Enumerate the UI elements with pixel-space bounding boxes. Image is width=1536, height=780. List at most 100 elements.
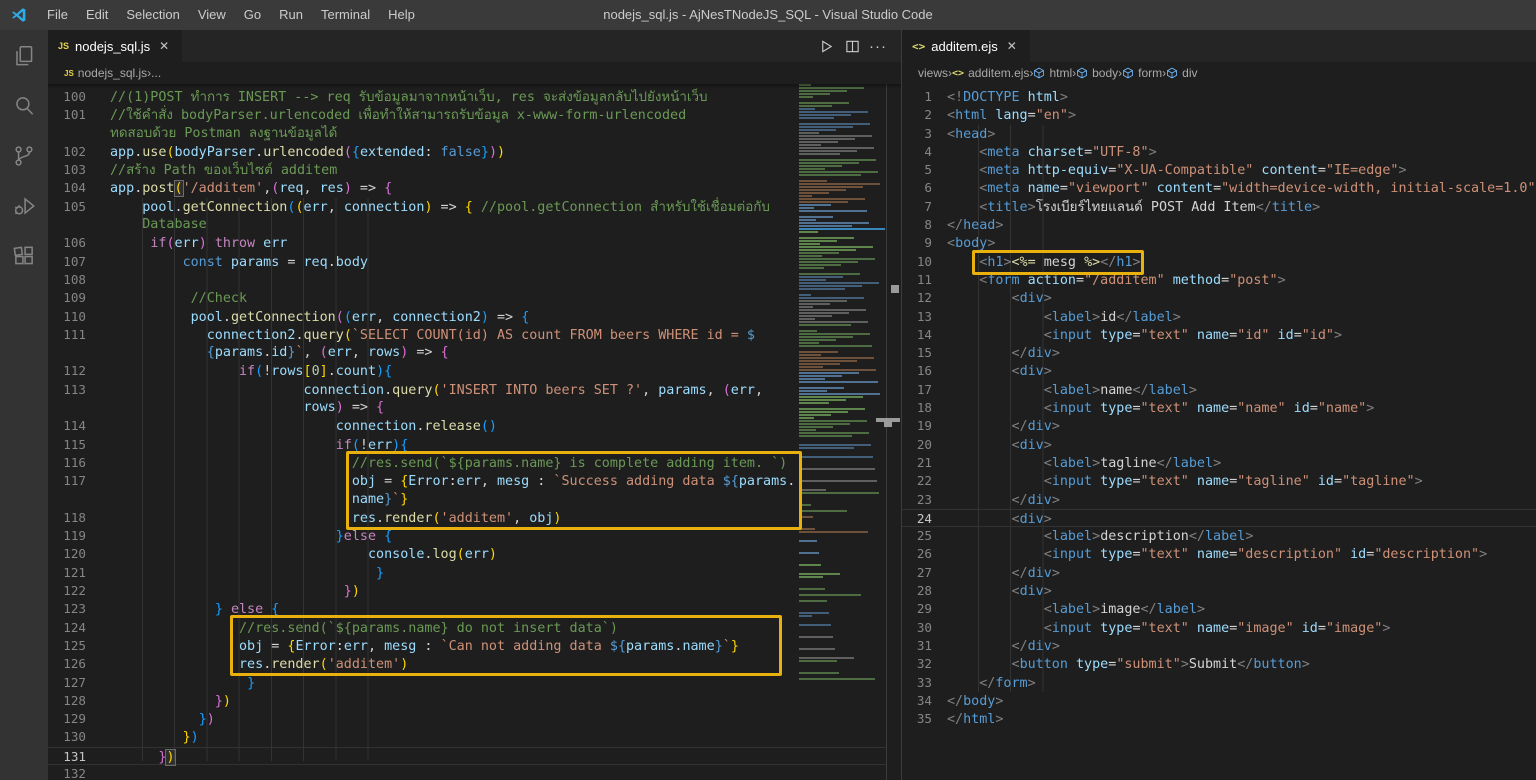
line-number: 129 bbox=[48, 710, 86, 728]
tab-additem-ejs[interactable]: <> additem.ejs ✕ bbox=[902, 30, 1030, 62]
code-line-17: 17 <label>name</label> bbox=[902, 381, 1536, 399]
code-line-121: 121 } bbox=[48, 564, 886, 582]
menu-go[interactable]: Go bbox=[235, 0, 270, 30]
line-number: 124 bbox=[48, 619, 86, 637]
code-line-18: 18 <input type="text" name="name" id="na… bbox=[902, 399, 1536, 417]
highlight-success-render-block bbox=[346, 451, 802, 530]
code-line-106: 106 if(err) throw err bbox=[48, 234, 886, 252]
title-bar: FileEditSelectionViewGoRunTerminalHelp n… bbox=[0, 0, 1536, 30]
breadcrumb-item-views[interactable]: views bbox=[918, 66, 948, 80]
code-line-109: 109 //Check bbox=[48, 289, 886, 307]
code-line-108: 108 bbox=[48, 271, 886, 289]
line-number: 11 bbox=[902, 271, 932, 289]
line-number: 26 bbox=[902, 545, 932, 563]
highlight-ejs-mesg-h1 bbox=[972, 250, 1144, 275]
line-number: 10 bbox=[902, 253, 932, 271]
code-line-21: 21 <label>tagline</label> bbox=[902, 454, 1536, 472]
code-line-1: 1<!DOCTYPE html> bbox=[902, 88, 1536, 106]
line-number: 132 bbox=[48, 765, 86, 780]
code-line-28: 28 <div> bbox=[902, 582, 1536, 600]
code-line-wrap: ทดสอบด้วย Postman ลงฐานข้อมูลได้ bbox=[48, 125, 886, 143]
line-number: 126 bbox=[48, 655, 86, 673]
code-line-34: 34</body> bbox=[902, 692, 1536, 710]
code-editor-right[interactable]: 1<!DOCTYPE html>2<html lang="en">3<head>… bbox=[902, 84, 1536, 780]
code-line-wrap: {params.id}`, (err, rows) => { bbox=[48, 344, 886, 362]
code-line-105: 105 pool.getConnection((err, connection)… bbox=[48, 198, 886, 216]
extensions-icon[interactable] bbox=[0, 232, 48, 280]
code-line-12: 12 <div> bbox=[902, 289, 1536, 307]
code-line-19: 19 </div> bbox=[902, 417, 1536, 435]
line-number: 117 bbox=[48, 472, 86, 490]
breadcrumb-item-nodejs-sql-js[interactable]: JSnodejs_sql.js bbox=[64, 66, 147, 80]
line-number: 15 bbox=[902, 344, 932, 362]
code-line-15: 15 </div> bbox=[902, 344, 1536, 362]
editor-group-right: <> additem.ejs ✕ views›<>additem.ejs›htm… bbox=[902, 30, 1536, 780]
line-number: 131 bbox=[48, 748, 86, 766]
more-actions-button[interactable]: ··· bbox=[865, 33, 891, 59]
line-number: 3 bbox=[902, 125, 932, 143]
code-line-103: 103//สร้าง Path ของเว็บไซต์ additem bbox=[48, 161, 886, 179]
source-control-icon[interactable] bbox=[0, 132, 48, 180]
menu-file[interactable]: File bbox=[38, 0, 77, 30]
line-number: 19 bbox=[902, 417, 932, 435]
js-file-icon: JS bbox=[58, 41, 69, 51]
breadcrumb-item-html[interactable]: html bbox=[1033, 66, 1072, 80]
minimap[interactable] bbox=[797, 84, 886, 780]
code-line-3: 3<head> bbox=[902, 125, 1536, 143]
close-tab-icon[interactable]: ✕ bbox=[156, 38, 172, 54]
line-number: 2 bbox=[902, 106, 932, 124]
js-file-icon: JS bbox=[64, 69, 74, 78]
search-icon[interactable] bbox=[0, 82, 48, 130]
menu-terminal[interactable]: Terminal bbox=[312, 0, 379, 30]
breadcrumb-item-additem-ejs[interactable]: <>additem.ejs bbox=[952, 66, 1029, 80]
activity-bar bbox=[0, 30, 48, 780]
explorer-icon[interactable] bbox=[0, 32, 48, 80]
ejs-file-icon: <> bbox=[912, 40, 925, 53]
symbol-cube-icon bbox=[1033, 67, 1045, 79]
menu-bar: FileEditSelectionViewGoRunTerminalHelp bbox=[38, 0, 424, 30]
menu-edit[interactable]: Edit bbox=[77, 0, 117, 30]
breadcrumb-left: JSnodejs_sql.js›... bbox=[48, 62, 901, 84]
line-number: 118 bbox=[48, 509, 86, 527]
code-line-101: 101//ใช้คำสั่ง bodyParser.urlencoded เพื… bbox=[48, 106, 886, 124]
line-number: 17 bbox=[902, 381, 932, 399]
breadcrumb-item-body[interactable]: body bbox=[1076, 66, 1118, 80]
line-number: 21 bbox=[902, 454, 932, 472]
line-number: 16 bbox=[902, 362, 932, 380]
menu-view[interactable]: View bbox=[189, 0, 235, 30]
breadcrumb-item-div[interactable]: div bbox=[1166, 66, 1197, 80]
line-number: 113 bbox=[48, 381, 86, 399]
code-line-113: 113 connection.query('INSERT INTO beers … bbox=[48, 381, 886, 399]
run-file-button[interactable] bbox=[813, 33, 839, 59]
breadcrumb-item-form[interactable]: form bbox=[1122, 66, 1162, 80]
tab-strip-left: JS nodejs_sql.js ✕ ··· bbox=[48, 30, 901, 62]
highlight-fail-render-block bbox=[230, 615, 782, 676]
code-line-30: 30 <input type="text" name="image" id="i… bbox=[902, 619, 1536, 637]
line-number: 103 bbox=[48, 161, 86, 179]
tab-label: nodejs_sql.js bbox=[75, 39, 150, 54]
code-line-102: 102app.use(bodyParser.urlencoded({extend… bbox=[48, 143, 886, 161]
code-line-104: 104app.post('/additem',(req, res) => { bbox=[48, 179, 886, 197]
vscode-logo-icon bbox=[10, 6, 28, 24]
breadcrumb-item--[interactable]: ... bbox=[151, 66, 161, 80]
line-number: 123 bbox=[48, 600, 86, 618]
code-line-131: 131 }) bbox=[48, 747, 886, 765]
run-debug-icon[interactable] bbox=[0, 182, 48, 230]
line-number: 105 bbox=[48, 198, 86, 216]
line-number: 30 bbox=[902, 619, 932, 637]
code-line-29: 29 <label>image</label> bbox=[902, 600, 1536, 618]
line-number: 108 bbox=[48, 271, 86, 289]
menu-selection[interactable]: Selection bbox=[117, 0, 188, 30]
line-number: 110 bbox=[48, 308, 86, 326]
close-tab-icon[interactable]: ✕ bbox=[1004, 38, 1020, 54]
line-number: 33 bbox=[902, 674, 932, 692]
menu-help[interactable]: Help bbox=[379, 0, 424, 30]
line-number: 106 bbox=[48, 234, 86, 252]
tab-nodejs-sql-js[interactable]: JS nodejs_sql.js ✕ bbox=[48, 30, 182, 62]
line-number: 122 bbox=[48, 582, 86, 600]
line-number: 28 bbox=[902, 582, 932, 600]
split-editor-button[interactable] bbox=[839, 33, 865, 59]
symbol-cube-icon bbox=[1076, 67, 1088, 79]
code-line-132: 132 bbox=[48, 765, 886, 780]
menu-run[interactable]: Run bbox=[270, 0, 312, 30]
